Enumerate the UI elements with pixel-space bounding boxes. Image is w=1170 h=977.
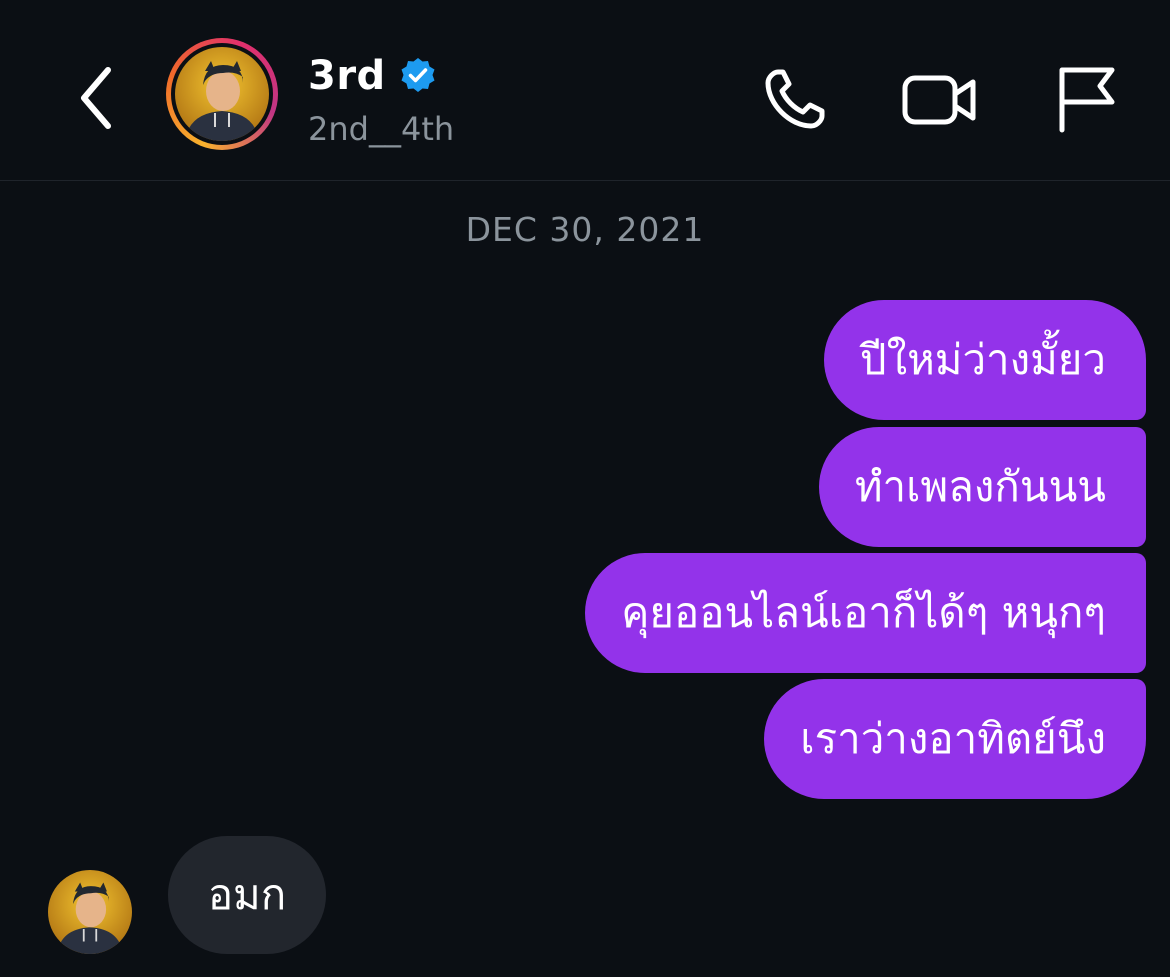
incoming-message[interactable]: อมก	[168, 836, 326, 954]
message-text: อมก	[207, 870, 287, 919]
message-text: คุยออนไลน์เอาก็ได้ๆ หนุกๆ	[621, 588, 1106, 637]
date-separator: DEC 30, 2021	[465, 210, 705, 249]
flag-icon	[1059, 67, 1115, 133]
chat-header: 3rd 2nd__4th	[0, 0, 1170, 181]
message-text: ทำเพลงกันนน	[854, 462, 1106, 511]
outgoing-message[interactable]: ทำเพลงกันนน	[818, 427, 1146, 547]
verified-badge-icon	[401, 58, 435, 92]
video-call-button[interactable]	[900, 60, 980, 140]
outgoing-message[interactable]: ปีใหม่ว่างมั้ยว	[823, 300, 1146, 420]
outgoing-message[interactable]: คุยออนไลน์เอาก็ได้ๆ หนุกๆ	[585, 553, 1146, 673]
profile-avatar[interactable]	[166, 38, 278, 150]
back-button[interactable]	[64, 60, 128, 136]
avatar-photo	[175, 47, 269, 141]
message-text: เราว่างอาทิตย์นึง	[800, 714, 1106, 763]
sender-avatar[interactable]	[48, 870, 132, 954]
outgoing-message[interactable]: เราว่างอาทิตย์นึง	[764, 679, 1146, 799]
contact-name-row[interactable]: 3rd	[308, 48, 438, 104]
contact-display-name: 3rd	[308, 53, 386, 99]
message-text: ปีใหม่ว่างมั้ยว	[859, 335, 1106, 384]
chevron-left-icon	[81, 67, 111, 129]
phone-icon	[765, 69, 825, 129]
contact-username: 2nd__4th	[308, 110, 455, 148]
video-camera-icon	[902, 75, 976, 125]
report-button[interactable]	[1046, 60, 1126, 140]
call-button[interactable]	[754, 60, 834, 140]
